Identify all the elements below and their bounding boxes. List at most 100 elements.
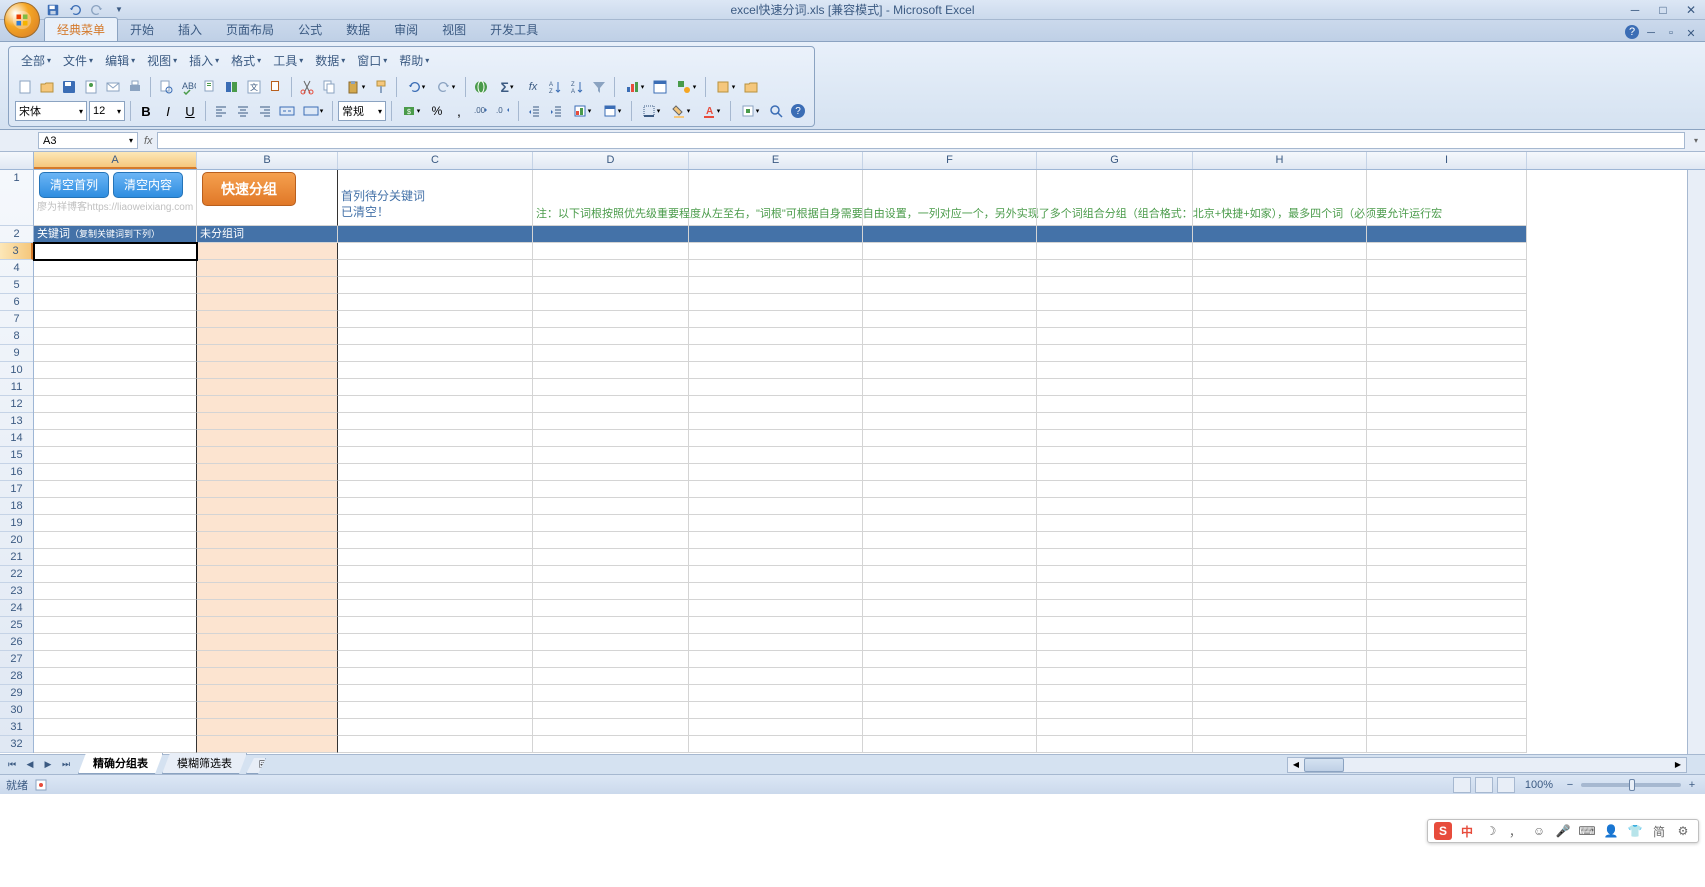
ribbon-tab-review[interactable]: 审阅 bbox=[382, 18, 430, 41]
cell-C32[interactable] bbox=[338, 736, 533, 753]
cell-H8[interactable] bbox=[1193, 328, 1367, 345]
copy-icon[interactable] bbox=[319, 77, 339, 97]
cell-A17[interactable] bbox=[34, 481, 197, 498]
fill-color-icon[interactable]: ▾ bbox=[667, 101, 695, 121]
cell-I10[interactable] bbox=[1367, 362, 1527, 379]
cell-I2[interactable] bbox=[1367, 226, 1527, 243]
cell-A12[interactable] bbox=[34, 396, 197, 413]
cell-B12[interactable] bbox=[197, 396, 338, 413]
cell-I20[interactable] bbox=[1367, 532, 1527, 549]
cell-D25[interactable] bbox=[533, 617, 689, 634]
cell-B8[interactable] bbox=[197, 328, 338, 345]
folder-icon[interactable] bbox=[741, 77, 761, 97]
cell-E25[interactable] bbox=[689, 617, 863, 634]
new-icon[interactable] bbox=[15, 77, 35, 97]
col-header-D[interactable]: D bbox=[533, 152, 689, 169]
row-header-18[interactable]: 18 bbox=[0, 498, 33, 515]
cell-F15[interactable] bbox=[863, 447, 1037, 464]
sort-asc-icon[interactable]: AZ bbox=[545, 77, 565, 97]
cell-B5[interactable] bbox=[197, 277, 338, 294]
view-pagebreak-icon[interactable] bbox=[1497, 777, 1515, 793]
ribbon-tab-home[interactable]: 开始 bbox=[118, 18, 166, 41]
cell-G5[interactable] bbox=[1037, 277, 1193, 294]
cell-F6[interactable] bbox=[863, 294, 1037, 311]
cell-G13[interactable] bbox=[1037, 413, 1193, 430]
row-header-13[interactable]: 13 bbox=[0, 413, 33, 430]
cell-I28[interactable] bbox=[1367, 668, 1527, 685]
cell-B18[interactable] bbox=[197, 498, 338, 515]
cell-F23[interactable] bbox=[863, 583, 1037, 600]
cell-E6[interactable] bbox=[689, 294, 863, 311]
cell-D21[interactable] bbox=[533, 549, 689, 566]
zoom-value[interactable]: 100% bbox=[1525, 779, 1553, 791]
sheet-prev-icon[interactable]: ◀ bbox=[22, 757, 38, 773]
cell-B2[interactable]: 未分组词 bbox=[197, 226, 338, 243]
zoom-out-icon[interactable]: − bbox=[1563, 779, 1577, 791]
cell-F10[interactable] bbox=[863, 362, 1037, 379]
cell-D22[interactable] bbox=[533, 566, 689, 583]
cell-H6[interactable] bbox=[1193, 294, 1367, 311]
cell-C9[interactable] bbox=[338, 345, 533, 362]
format-painter-icon[interactable] bbox=[371, 77, 391, 97]
spell-icon[interactable]: ABC bbox=[178, 77, 198, 97]
insert-cells-icon[interactable]: ▾ bbox=[736, 101, 764, 121]
row-header-31[interactable]: 31 bbox=[0, 719, 33, 736]
cell-I26[interactable] bbox=[1367, 634, 1527, 651]
cell-F17[interactable] bbox=[863, 481, 1037, 498]
formula-input[interactable] bbox=[157, 132, 1685, 149]
cell-A1[interactable]: 清空首列清空内容廖为祥博客https://liaoweixiang.com bbox=[34, 170, 197, 226]
cell-F26[interactable] bbox=[863, 634, 1037, 651]
cell-D27[interactable] bbox=[533, 651, 689, 668]
cell-E18[interactable] bbox=[689, 498, 863, 515]
ribbon-tab-data[interactable]: 数据 bbox=[334, 18, 382, 41]
cell-B31[interactable] bbox=[197, 719, 338, 736]
row-header-30[interactable]: 30 bbox=[0, 702, 33, 719]
cell-D30[interactable] bbox=[533, 702, 689, 719]
hyperlink-icon[interactable] bbox=[471, 77, 491, 97]
cell-D17[interactable] bbox=[533, 481, 689, 498]
cell-A32[interactable] bbox=[34, 736, 197, 753]
ime-simplified-icon[interactable]: 简 bbox=[1650, 822, 1668, 840]
cell-H30[interactable] bbox=[1193, 702, 1367, 719]
cell-B3[interactable] bbox=[197, 243, 338, 260]
row-header-26[interactable]: 26 bbox=[0, 634, 33, 651]
cell-H3[interactable] bbox=[1193, 243, 1367, 260]
currency-icon[interactable]: $▾ bbox=[397, 101, 425, 121]
name-box[interactable]: A3▾ bbox=[38, 132, 138, 149]
paste-icon[interactable]: ▾ bbox=[341, 77, 369, 97]
redo-icon[interactable]: ▾ bbox=[432, 77, 460, 97]
cell-F14[interactable] bbox=[863, 430, 1037, 447]
cell-H9[interactable] bbox=[1193, 345, 1367, 362]
row-header-17[interactable]: 17 bbox=[0, 481, 33, 498]
cell-D16[interactable] bbox=[533, 464, 689, 481]
cell-B14[interactable] bbox=[197, 430, 338, 447]
font-color-icon[interactable]: A▾ bbox=[697, 101, 725, 121]
cell-I4[interactable] bbox=[1367, 260, 1527, 277]
cell-E10[interactable] bbox=[689, 362, 863, 379]
cell-B27[interactable] bbox=[197, 651, 338, 668]
row-header-9[interactable]: 9 bbox=[0, 345, 33, 362]
ime-moon-icon[interactable]: ☽ bbox=[1482, 822, 1500, 840]
cell-C20[interactable] bbox=[338, 532, 533, 549]
ime-sogou-icon[interactable]: S bbox=[1434, 822, 1452, 840]
cell-C17[interactable] bbox=[338, 481, 533, 498]
lookup-icon[interactable] bbox=[266, 77, 286, 97]
cell-B10[interactable] bbox=[197, 362, 338, 379]
menu-tools[interactable]: 工具▾ bbox=[267, 50, 309, 71]
cell-D13[interactable] bbox=[533, 413, 689, 430]
cell-A10[interactable] bbox=[34, 362, 197, 379]
cell-A21[interactable] bbox=[34, 549, 197, 566]
cell-E23[interactable] bbox=[689, 583, 863, 600]
cell-B26[interactable] bbox=[197, 634, 338, 651]
clear-content-button[interactable]: 清空内容 bbox=[113, 172, 183, 198]
cell-E12[interactable] bbox=[689, 396, 863, 413]
cell-D15[interactable] bbox=[533, 447, 689, 464]
cell-F4[interactable] bbox=[863, 260, 1037, 277]
cell-F27[interactable] bbox=[863, 651, 1037, 668]
col-header-E[interactable]: E bbox=[689, 152, 863, 169]
cell-B19[interactable] bbox=[197, 515, 338, 532]
cell-F8[interactable] bbox=[863, 328, 1037, 345]
border-icon[interactable]: ▾ bbox=[637, 101, 665, 121]
cell-E21[interactable] bbox=[689, 549, 863, 566]
cell-B7[interactable] bbox=[197, 311, 338, 328]
